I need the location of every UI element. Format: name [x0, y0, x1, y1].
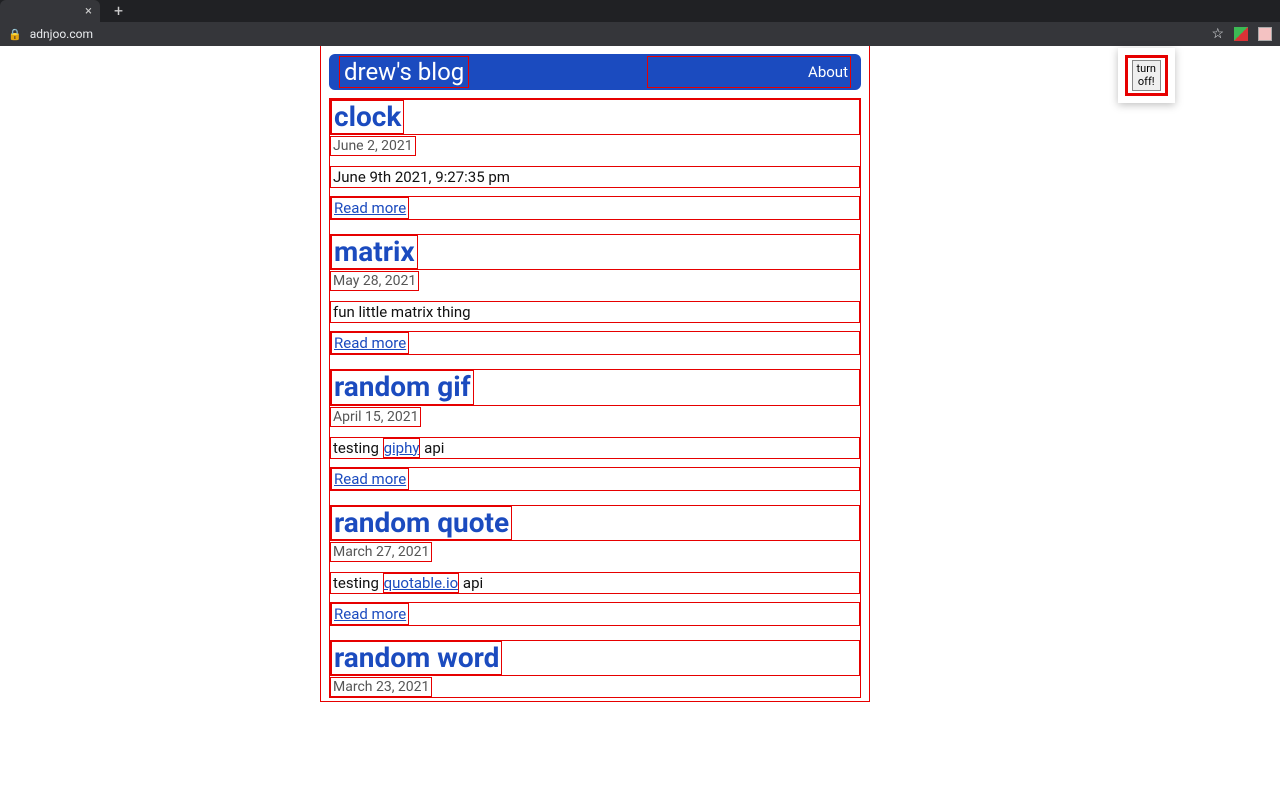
- post: random word March 23, 2021: [330, 640, 860, 697]
- excerpt-link[interactable]: giphy: [383, 438, 421, 458]
- post: random gif April 15, 2021 testing giphy …: [330, 369, 860, 490]
- post-title-row: random quote: [330, 505, 860, 541]
- post-title-row: clock: [330, 99, 860, 135]
- read-more-link[interactable]: Read more: [331, 603, 409, 625]
- page-container: drew's blog About clock June 2, 2021 Jun…: [320, 46, 870, 702]
- turn-off-line2: off!: [1138, 75, 1155, 88]
- site-title[interactable]: drew's blog: [339, 56, 469, 88]
- post-date: June 2, 2021: [330, 136, 416, 156]
- extension-popup: turn off!: [1118, 48, 1175, 103]
- page-viewport: drew's blog About clock June 2, 2021 Jun…: [0, 46, 1280, 800]
- post-excerpt: testing giphy api: [330, 437, 860, 459]
- post-excerpt: fun little matrix thing: [330, 301, 860, 323]
- extension-icon-debug[interactable]: [1258, 27, 1272, 41]
- post-title-link[interactable]: matrix: [331, 235, 418, 269]
- tab-strip: × +: [0, 0, 1280, 22]
- post-date: March 23, 2021: [330, 677, 432, 697]
- close-icon[interactable]: ×: [85, 5, 92, 18]
- extension-popup-frame: turn off!: [1125, 55, 1168, 96]
- excerpt-text: api: [420, 439, 444, 457]
- read-more-link[interactable]: Read more: [331, 468, 409, 490]
- new-tab-button[interactable]: +: [114, 3, 123, 19]
- nav-about[interactable]: About: [647, 56, 851, 88]
- post-readmore-row: Read more: [330, 196, 860, 220]
- turn-off-button[interactable]: turn off!: [1132, 60, 1161, 91]
- post-readmore-row: Read more: [330, 602, 860, 626]
- post-date: April 15, 2021: [330, 407, 421, 427]
- post-title-link[interactable]: random word: [331, 641, 502, 675]
- post-title-row: matrix: [330, 234, 860, 270]
- post-title-link[interactable]: random quote: [331, 506, 512, 540]
- site-header: drew's blog About: [329, 54, 861, 90]
- browser-tab[interactable]: ×: [0, 0, 100, 22]
- post-readmore-row: Read more: [330, 467, 860, 491]
- bookmark-star-icon[interactable]: ☆: [1211, 26, 1224, 42]
- lock-icon: 🔒: [8, 28, 22, 41]
- browser-chrome: × + 🔒 adnjoo.com ☆: [0, 0, 1280, 46]
- post-title-link[interactable]: clock: [331, 100, 404, 134]
- excerpt-text: api: [459, 574, 483, 592]
- excerpt-link[interactable]: quotable.io: [383, 573, 460, 593]
- address-bar[interactable]: 🔒 adnjoo.com ☆: [0, 22, 1280, 46]
- read-more-link[interactable]: Read more: [331, 197, 409, 219]
- post: matrix May 28, 2021 fun little matrix th…: [330, 234, 860, 355]
- url-text: adnjoo.com: [30, 27, 93, 41]
- post-excerpt: June 9th 2021, 9:27:35 pm: [330, 166, 860, 188]
- post-readmore-row: Read more: [330, 331, 860, 355]
- excerpt-text: testing: [333, 574, 383, 592]
- post: random quote March 27, 2021 testing quot…: [330, 505, 860, 626]
- excerpt-text: testing: [333, 439, 383, 457]
- turn-off-line1: turn: [1137, 62, 1156, 75]
- post-title-link[interactable]: random gif: [331, 370, 474, 404]
- post-list: clock June 2, 2021 June 9th 2021, 9:27:3…: [329, 98, 861, 698]
- post-date: March 27, 2021: [330, 542, 432, 562]
- post: clock June 2, 2021 June 9th 2021, 9:27:3…: [330, 99, 860, 220]
- read-more-link[interactable]: Read more: [331, 332, 409, 354]
- post-title-row: random gif: [330, 369, 860, 405]
- post-excerpt: testing quotable.io api: [330, 572, 860, 594]
- toolbar-right: ☆: [1211, 26, 1272, 42]
- extension-icon-translate[interactable]: [1234, 27, 1248, 41]
- post-title-row: random word: [330, 640, 860, 676]
- post-date: May 28, 2021: [330, 271, 419, 291]
